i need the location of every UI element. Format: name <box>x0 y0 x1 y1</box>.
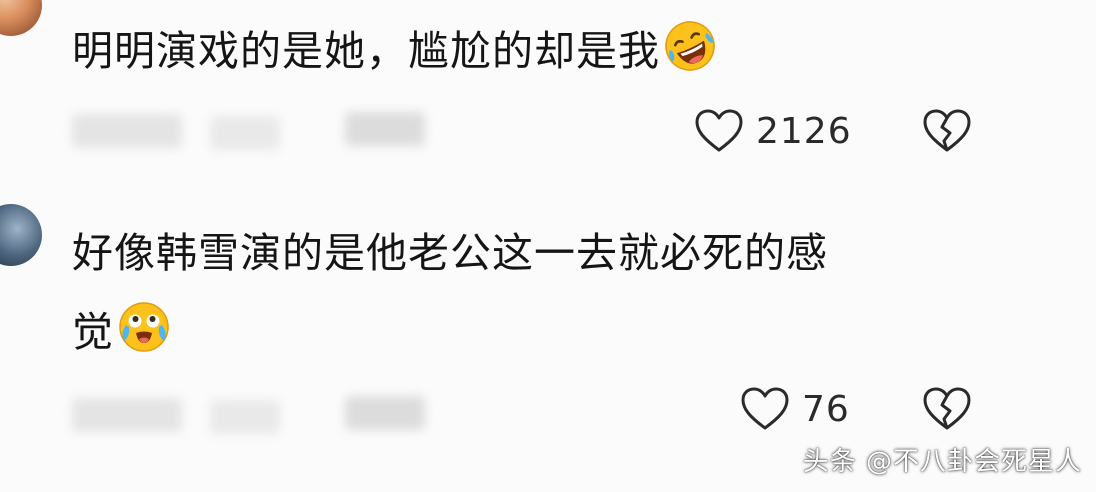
blurred-timestamp <box>72 114 182 148</box>
comment-item: 明明演戏的是她，尴尬的却是我 2126 <box>0 0 1096 190</box>
comment-text-line: 觉 <box>72 293 946 372</box>
comment-text-line: 好像韩雪演的是他老公这一去就必死的感 <box>72 229 828 277</box>
like-button[interactable]: 2126 <box>694 108 852 154</box>
like-button[interactable]: 76 <box>740 386 850 432</box>
comment-text: 明明演戏的是她，尴尬的却是我 <box>72 12 946 91</box>
blurred-location <box>210 116 280 150</box>
avatar[interactable] <box>0 0 42 36</box>
like-count: 2126 <box>756 110 852 152</box>
broken-heart-icon[interactable] <box>922 386 972 432</box>
comment-text-content: 觉 <box>72 308 114 356</box>
avatar[interactable] <box>0 204 42 266</box>
heart-icon <box>695 109 743 152</box>
laughing-with-tears-emoji-icon <box>119 302 169 352</box>
blurred-timestamp <box>72 398 182 432</box>
blurred-reply-button[interactable] <box>345 396 425 430</box>
comment-text-content: 明明演戏的是她，尴尬的却是我 <box>72 27 660 75</box>
blurred-reply-button[interactable] <box>345 112 425 146</box>
comment-text: 好像韩雪演的是他老公这一去就必死的感 觉 <box>72 214 946 372</box>
rolling-laughing-emoji-icon <box>665 21 715 71</box>
blurred-location <box>210 400 280 434</box>
broken-heart-icon[interactable] <box>922 108 972 154</box>
like-count: 76 <box>802 388 850 430</box>
heart-icon <box>741 387 789 430</box>
watermark: 头条 @不八卦会死星人 <box>802 447 1082 477</box>
